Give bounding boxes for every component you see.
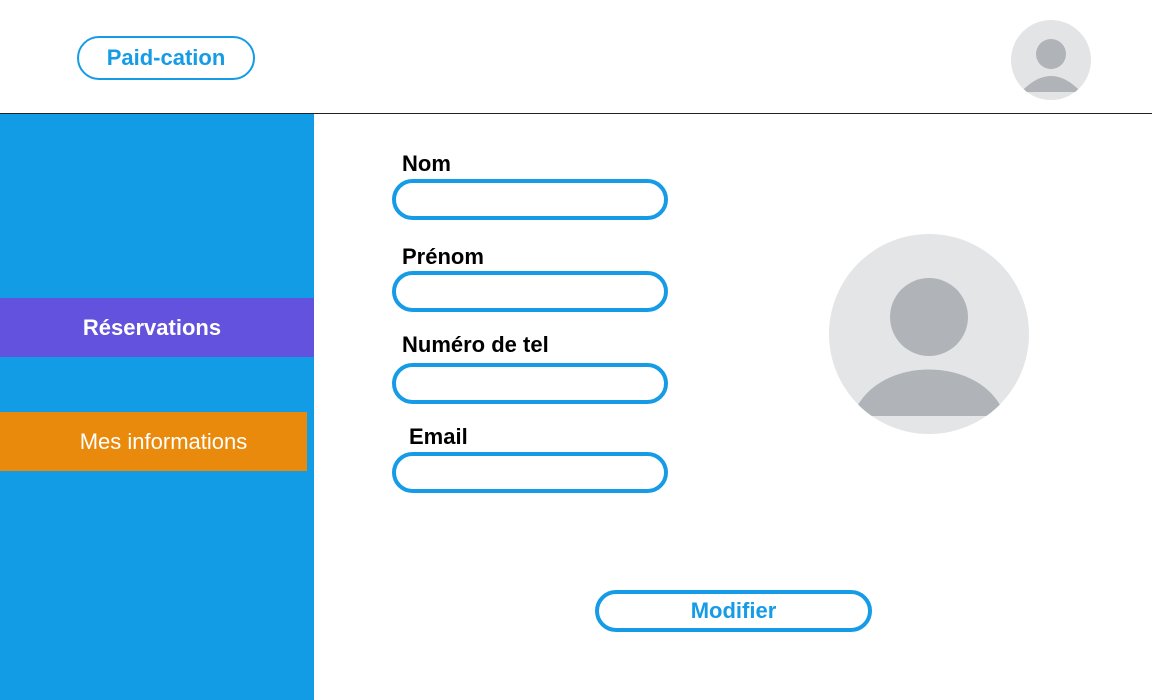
nom-label: Nom [402, 151, 451, 176]
logo-button[interactable]: Paid-cation [77, 36, 255, 80]
profile-avatar [829, 234, 1029, 434]
sidebar: Réservations Mes informations [0, 114, 314, 700]
nom-input[interactable] [392, 179, 668, 220]
email-label: Email [409, 424, 468, 449]
numero-de-tel-input[interactable] [392, 363, 668, 404]
user-avatar-icon [1021, 39, 1081, 92]
sidebar-item-reservations[interactable]: Réservations [0, 298, 314, 357]
prenom-label: Prénom [402, 244, 484, 269]
modifier-button[interactable]: Modifier [595, 590, 872, 632]
numero-de-tel-label: Numéro de tel [402, 332, 549, 357]
header: Paid-cation [0, 0, 1152, 114]
sidebar-item-mes-informations[interactable]: Mes informations [0, 412, 307, 471]
user-avatar-icon [853, 278, 1005, 416]
email-input[interactable] [392, 452, 668, 493]
prenom-input[interactable] [392, 271, 668, 312]
header-avatar[interactable] [1011, 20, 1091, 100]
